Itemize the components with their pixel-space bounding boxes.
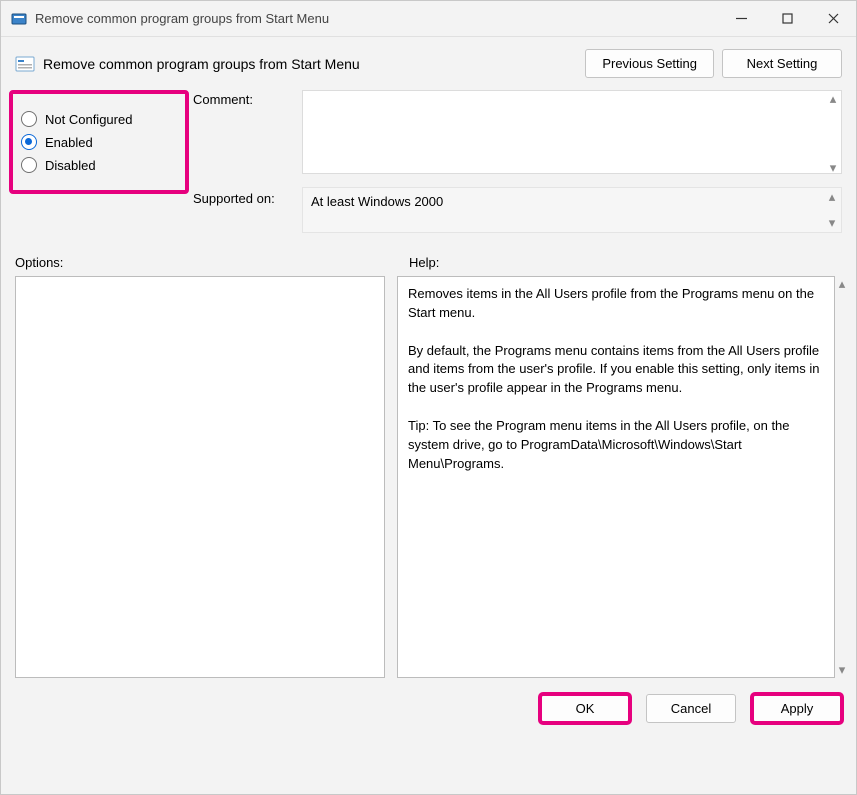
scroll-up-icon[interactable]: ▴	[825, 190, 839, 204]
state-radio-group: Not Configured Enabled Disabled	[9, 90, 189, 194]
next-setting-button[interactable]: Next Setting	[722, 49, 842, 78]
cancel-button[interactable]: Cancel	[646, 694, 736, 723]
options-label: Options:	[15, 255, 409, 270]
title-bar: Remove common program groups from Start …	[1, 1, 856, 37]
supported-field: At least Windows 2000 ▴ ▾	[302, 187, 842, 233]
help-pane[interactable]: Removes items in the All Users profile f…	[397, 276, 835, 678]
supported-value: At least Windows 2000	[311, 194, 443, 209]
help-paragraph: By default, the Programs menu contains i…	[408, 342, 824, 399]
radio-disabled[interactable]	[21, 157, 37, 173]
app-icon	[11, 11, 27, 27]
scroll-down-icon[interactable]: ▾	[825, 216, 839, 230]
window-controls	[718, 1, 856, 36]
apply-button[interactable]: Apply	[752, 694, 842, 723]
close-button[interactable]	[810, 1, 856, 36]
scroll-down-icon[interactable]: ▾	[826, 161, 840, 175]
maximize-button[interactable]	[764, 1, 810, 36]
help-paragraph: Tip: To see the Program menu items in th…	[408, 417, 824, 474]
state-disabled[interactable]: Disabled	[21, 157, 177, 173]
radio-enabled[interactable]	[21, 134, 37, 150]
policy-icon	[15, 54, 35, 74]
panes: Removes items in the All Users profile f…	[1, 276, 856, 678]
window-title: Remove common program groups from Start …	[35, 11, 718, 26]
previous-setting-button[interactable]: Previous Setting	[585, 49, 714, 78]
state-enabled[interactable]: Enabled	[21, 134, 177, 150]
top-section: Not Configured Enabled Disabled Comment:…	[1, 84, 856, 233]
dialog-footer: OK Cancel Apply	[1, 678, 856, 723]
pane-labels: Options: Help:	[1, 233, 856, 276]
radio-label: Enabled	[45, 135, 93, 150]
header-row: Remove common program groups from Start …	[1, 37, 856, 84]
supported-label: Supported on:	[193, 177, 298, 206]
scroll-up-icon[interactable]: ▴	[839, 276, 846, 292]
comment-label: Comment:	[193, 90, 298, 107]
options-pane[interactable]	[15, 276, 385, 678]
help-paragraph: Removes items in the All Users profile f…	[408, 285, 824, 323]
policy-title: Remove common program groups from Start …	[43, 56, 577, 72]
radio-not-configured[interactable]	[21, 111, 37, 127]
help-scrollbar[interactable]: ▴ ▾	[835, 276, 849, 678]
scroll-down-icon[interactable]: ▾	[839, 662, 846, 678]
scroll-up-icon[interactable]: ▴	[826, 92, 840, 106]
comment-field[interactable]	[302, 90, 842, 174]
radio-label: Disabled	[45, 158, 96, 173]
radio-label: Not Configured	[45, 112, 132, 127]
help-label: Help:	[409, 255, 842, 270]
ok-button[interactable]: OK	[540, 694, 630, 723]
help-wrap: Removes items in the All Users profile f…	[397, 276, 835, 678]
state-not-configured[interactable]: Not Configured	[21, 111, 177, 127]
minimize-button[interactable]	[718, 1, 764, 36]
